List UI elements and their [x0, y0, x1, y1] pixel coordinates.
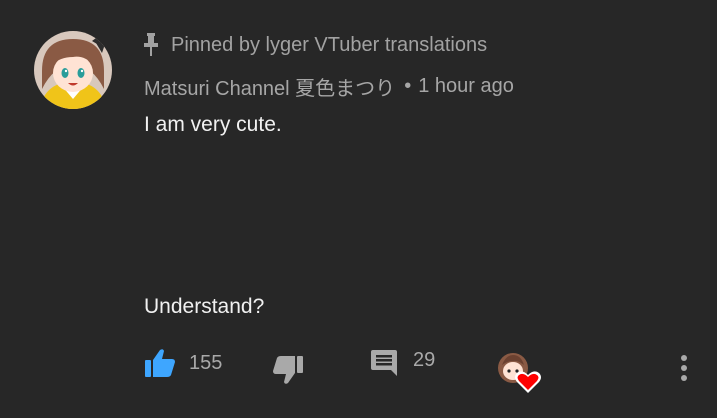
comment-icon [371, 350, 397, 376]
comment-body: I am very cute. Understand? [144, 111, 644, 318]
reply-button[interactable]: 29 [369, 348, 435, 380]
pin-icon [142, 33, 160, 57]
more-vertical-icon [681, 355, 687, 381]
comment-header: Matsuri Channel 夏色まつり • 1 hour ago [144, 72, 514, 100]
thumbs-down-icon [273, 356, 303, 384]
author-avatar[interactable] [34, 31, 112, 109]
creator-heart-badge[interactable] [496, 351, 542, 395]
author-name[interactable]: Matsuri Channel 夏色まつり [144, 72, 395, 101]
comment-text-line1: I am very cute. [144, 113, 282, 136]
separator-dot: • [404, 74, 412, 97]
comment-timestamp[interactable]: 1 hour ago [418, 75, 514, 98]
pinned-label: Pinned by lyger VTuber translations [142, 31, 487, 59]
like-button[interactable]: 155 [144, 348, 222, 378]
like-count: 155 [189, 351, 223, 374]
creator-heart-icon [498, 353, 541, 393]
reply-count: 29 [413, 348, 436, 371]
dislike-button[interactable] [272, 355, 304, 385]
more-options-button[interactable] [676, 353, 692, 383]
comment-text-line2: Understand? [144, 295, 265, 318]
avatar-image [34, 31, 112, 109]
pinned-text: Pinned by lyger VTuber translations [171, 33, 488, 56]
thumbs-up-icon [145, 349, 175, 377]
